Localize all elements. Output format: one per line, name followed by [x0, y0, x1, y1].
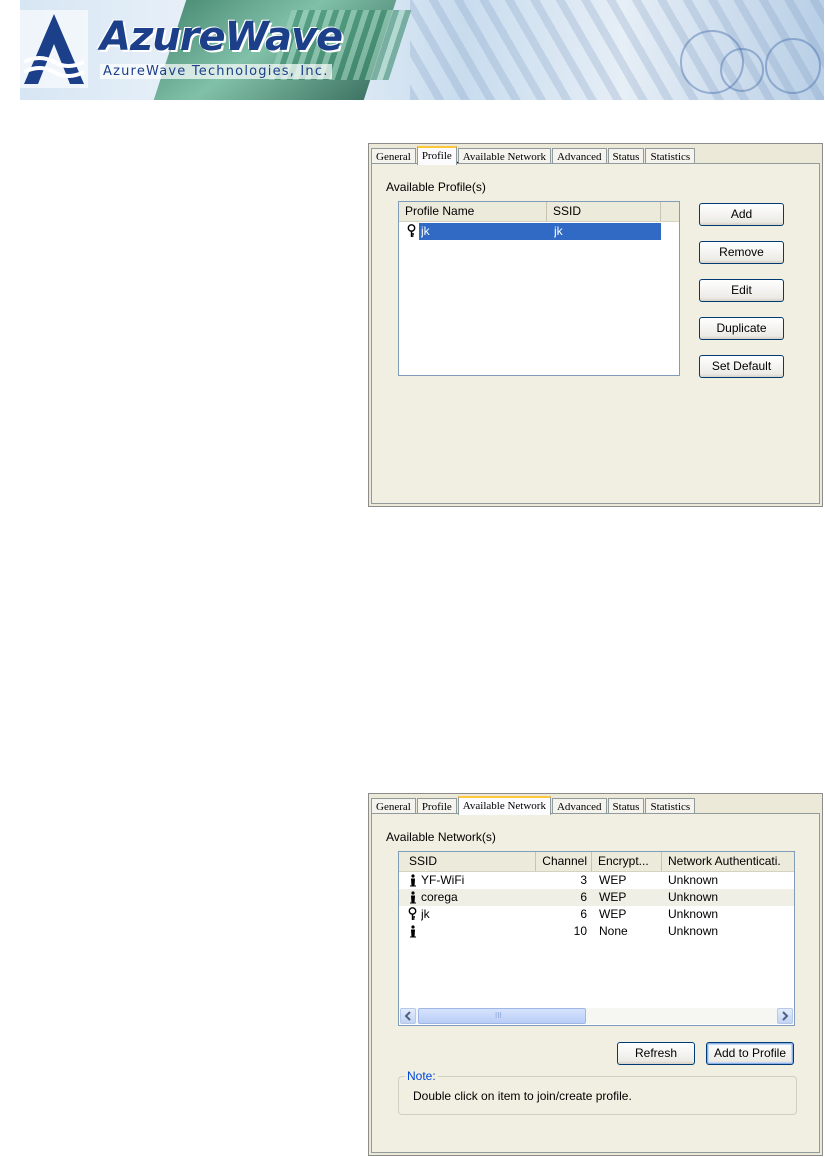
- scroll-right-button[interactable]: [777, 1008, 793, 1024]
- key-icon: [407, 224, 416, 237]
- profile-tab-content: Available Profile(s) Profile Name SSID j…: [371, 163, 820, 504]
- auth-cell: Unknown: [668, 924, 719, 938]
- access-point-icon: [410, 891, 416, 904]
- column-channel[interactable]: Channel: [536, 852, 592, 871]
- channel-cell: 6: [580, 890, 587, 904]
- company-name: AzureWave Technologies, Inc.: [100, 64, 332, 79]
- network-row[interactable]: 10 None Unknown: [399, 923, 794, 940]
- column-ssid[interactable]: SSID: [399, 852, 536, 871]
- horizontal-scrollbar[interactable]: III: [400, 1008, 793, 1024]
- add-button[interactable]: Add: [699, 203, 784, 226]
- scroll-left-button[interactable]: [400, 1008, 416, 1024]
- tab-profile[interactable]: Profile: [416, 146, 457, 165]
- decorative-ring-graphic: [765, 38, 821, 94]
- tab-available-network[interactable]: Available Network: [457, 148, 551, 164]
- profile-list-header: Profile Name SSID: [399, 202, 679, 222]
- network-row[interactable]: YF-WiFi 3 WEP Unknown: [399, 872, 794, 889]
- network-list-header: SSID Channel Encrypt... Network Authenti…: [399, 852, 794, 872]
- auth-cell: Unknown: [668, 907, 719, 921]
- brand-name: AzureWave: [100, 14, 343, 60]
- encryption-cell: WEP: [599, 890, 627, 904]
- remove-button[interactable]: Remove: [699, 241, 784, 264]
- note-legend: Note:: [405, 1069, 438, 1083]
- available-network-dialog: General Profile Available Network Advanc…: [368, 793, 823, 1156]
- auth-cell: Unknown: [668, 890, 719, 904]
- auth-cell: Unknown: [668, 873, 719, 887]
- column-network-authentication[interactable]: Network Authenticati.: [662, 852, 794, 871]
- tab-advanced[interactable]: Advanced: [551, 148, 607, 164]
- tab-statistics[interactable]: Statistics: [645, 148, 696, 164]
- note-box: Note: Double click on item to join/creat…: [398, 1070, 797, 1115]
- encryption-cell: None: [599, 924, 628, 938]
- column-profile-name[interactable]: Profile Name: [399, 202, 547, 221]
- decorative-ring-graphic: [720, 48, 764, 92]
- chevron-left-icon: [404, 1011, 411, 1021]
- network-row[interactable]: jk 6 WEP Unknown: [399, 906, 794, 923]
- network-list[interactable]: SSID Channel Encrypt... Network Authenti…: [398, 851, 795, 1026]
- tab-advanced[interactable]: Advanced: [551, 798, 607, 814]
- column-encryption[interactable]: Encrypt...: [592, 852, 662, 871]
- channel-cell: 6: [580, 907, 587, 921]
- duplicate-button[interactable]: Duplicate: [699, 317, 784, 340]
- chevron-right-icon: [782, 1011, 789, 1021]
- profile-ssid-cell: jk: [554, 224, 563, 238]
- network-row[interactable]: corega 6 WEP Unknown: [399, 889, 794, 906]
- access-point-icon: [410, 874, 416, 887]
- tab-profile[interactable]: Profile: [416, 798, 457, 814]
- tab-strip: General Profile Available Network Advanc…: [371, 796, 696, 815]
- tab-strip: General Profile Available Network Advanc…: [371, 146, 696, 165]
- encryption-cell: WEP: [599, 873, 627, 887]
- refresh-button[interactable]: Refresh: [617, 1042, 695, 1065]
- add-to-profile-button[interactable]: Add to Profile: [706, 1042, 794, 1065]
- profile-dialog: General Profile Available Network Advanc…: [368, 143, 823, 507]
- edit-button[interactable]: Edit: [699, 279, 784, 302]
- ssid-cell: corega: [421, 890, 458, 904]
- set-default-button[interactable]: Set Default: [699, 355, 784, 378]
- profile-name-cell: jk: [421, 224, 430, 238]
- available-profiles-label: Available Profile(s): [386, 180, 486, 194]
- key-icon: [408, 907, 417, 920]
- ssid-cell: YF-WiFi: [421, 873, 465, 887]
- available-networks-label: Available Network(s): [386, 830, 496, 844]
- column-ssid[interactable]: SSID: [547, 202, 661, 221]
- header-banner: AzureWave AzureWave Technologies, Inc.: [20, 0, 824, 100]
- ssid-cell: jk: [421, 907, 430, 921]
- selection-highlight: [419, 223, 661, 240]
- tab-general[interactable]: General: [371, 798, 416, 814]
- encryption-cell: WEP: [599, 907, 627, 921]
- channel-cell: 10: [573, 924, 587, 938]
- access-point-icon: [410, 925, 416, 938]
- tab-status[interactable]: Status: [607, 148, 645, 164]
- channel-cell: 3: [580, 873, 587, 887]
- profile-list[interactable]: Profile Name SSID jk jk: [398, 201, 680, 376]
- azurewave-logo-icon: [20, 10, 88, 88]
- scroll-grip: III: [495, 1011, 502, 1020]
- banner-pattern: [410, 0, 824, 100]
- tab-general[interactable]: General: [371, 148, 416, 164]
- available-network-tab-content: Available Network(s) SSID Channel Encryp…: [371, 813, 820, 1153]
- note-text: Double click on item to join/create prof…: [413, 1089, 632, 1103]
- tab-available-network[interactable]: Available Network: [457, 796, 551, 815]
- tab-status[interactable]: Status: [607, 798, 645, 814]
- profile-row[interactable]: jk jk: [399, 223, 661, 240]
- tab-statistics[interactable]: Statistics: [645, 798, 696, 814]
- scroll-thumb[interactable]: III: [418, 1008, 586, 1024]
